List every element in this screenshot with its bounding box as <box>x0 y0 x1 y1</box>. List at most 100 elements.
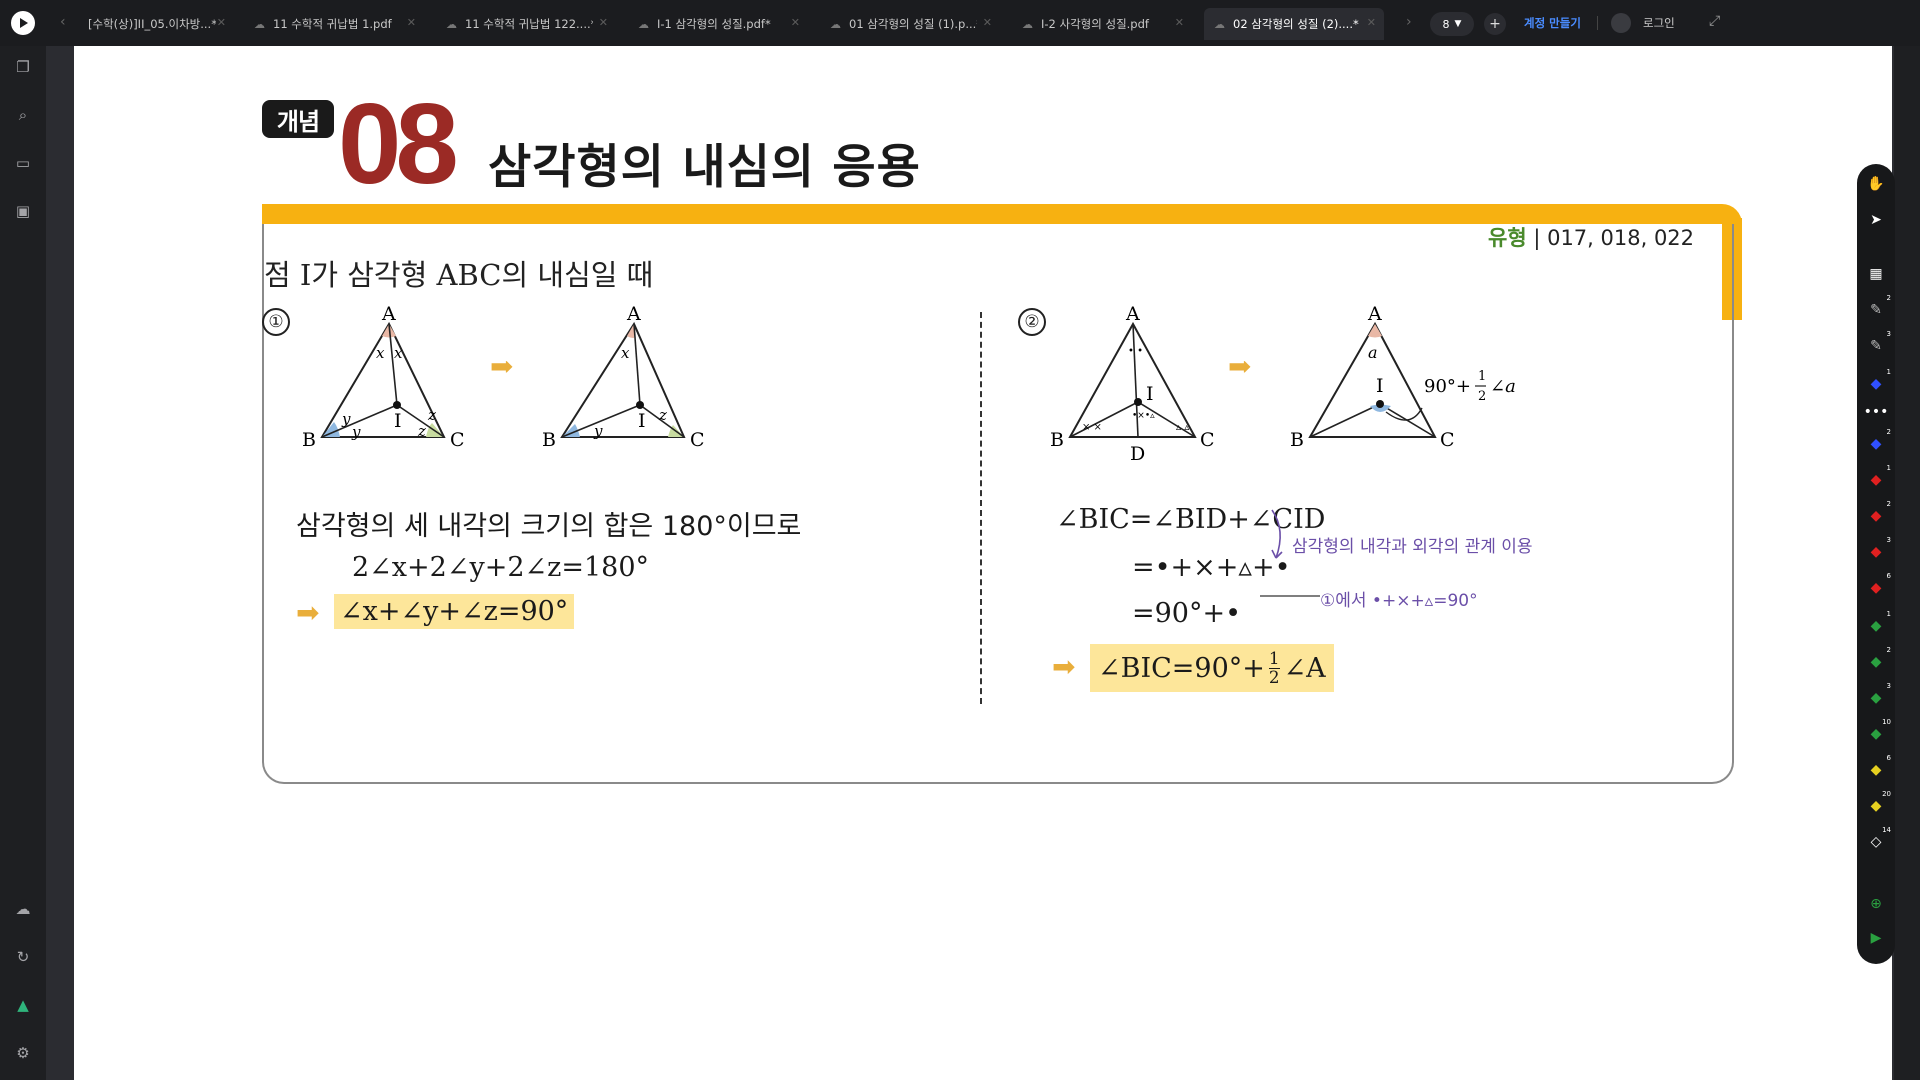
tab[interactable]: [수학(상)]II_05.이차방...* ✕ <box>78 8 234 40</box>
label-a: A <box>381 303 396 325</box>
frac-den: 2 <box>1478 389 1486 404</box>
triangle-mark: ▵ ▵ <box>1176 422 1189 433</box>
pen-red-icon[interactable]: ◆ 6 <box>1866 572 1891 598</box>
pen-tool-icon[interactable]: ✎ 2 <box>1866 294 1891 320</box>
pen-blue-icon[interactable]: ◆ 2 <box>1866 428 1891 454</box>
tab[interactable]: ☁ 01 삼각형의 성질 (1).p...* ✕ <box>820 8 1000 40</box>
cloud-icon: ☁ <box>446 17 457 31</box>
select-tool-icon[interactable]: ➤ <box>1866 210 1886 230</box>
app-logo-icon[interactable] <box>11 11 35 35</box>
play-icon[interactable]: ▶ <box>1866 928 1886 948</box>
angle-b-mark <box>322 422 340 437</box>
highlighter-yellow-icon[interactable]: ◆ 20 <box>1866 790 1891 816</box>
annotation-note-2: ①에서 •+×+▵=90° <box>1320 591 1478 611</box>
tab-scroll-left-icon[interactable]: ‹ <box>60 14 66 30</box>
incenter-point <box>636 401 644 409</box>
type-numbers: | 017, 018, 022 <box>1533 226 1695 250</box>
more-icon[interactable]: ••• <box>1864 402 1889 422</box>
label-x: x <box>376 344 385 362</box>
keyboard-icon[interactable]: ▭ <box>12 152 34 174</box>
type-label: 유형 <box>1488 226 1527 250</box>
angle-a-mark <box>627 324 634 338</box>
dot-mark: • • <box>1128 346 1143 357</box>
label-y: y <box>341 410 351 428</box>
tab-scroll-right-icon[interactable]: › <box>1406 14 1412 30</box>
save-icon[interactable]: ▣ <box>12 200 34 222</box>
label-i: I <box>1376 375 1384 397</box>
hand-tool-icon[interactable]: ✋ <box>1866 174 1886 194</box>
close-icon[interactable]: ✕ <box>407 16 416 29</box>
cloud-sync-icon[interactable]: ☁ <box>12 898 34 920</box>
tab-count-dropdown[interactable]: 8 ▼ <box>1430 12 1474 36</box>
pen-tool-icon[interactable]: ✎ 3 <box>1866 330 1891 356</box>
close-icon[interactable]: ✕ <box>599 16 608 29</box>
label-a: A <box>1367 303 1382 325</box>
slide-title: 삼각형의 내심의 응용 <box>488 140 921 195</box>
fullscreen-icon[interactable]: ⤢ <box>1709 13 1720 29</box>
arrow-right-icon: ➡ <box>490 350 513 383</box>
triangle-abc <box>1308 321 1437 438</box>
result-right: ∠A <box>1283 652 1326 684</box>
gear-icon[interactable]: ⚙ <box>12 1042 34 1064</box>
tab-active[interactable]: ☁ 02 삼각형의 성질 (2)....* ✕ <box>1204 8 1384 40</box>
signup-link[interactable]: 계정 만들기 <box>1524 15 1581 31</box>
label-b: B <box>302 429 316 451</box>
label-z: z <box>417 422 426 440</box>
document-viewer[interactable]: 개념 08 삼각형의 내심의 응용 유형 | 017, 018, 022 점 I… <box>46 46 1894 1080</box>
close-icon[interactable]: ✕ <box>217 16 226 29</box>
tab[interactable]: ☁ I-1 삼각형의 성질.pdf* ✕ <box>628 8 808 40</box>
incenter-point <box>1376 400 1384 408</box>
cross-mark: × × <box>1082 422 1102 433</box>
cloud-icon: ☁ <box>1022 17 1033 31</box>
part1-text: 삼각형의 세 내각의 크기의 합은 180°이므로 <box>296 511 802 542</box>
part2-diagrams: A B C I D • • × × •×•▵ ▵ ▵ ➡ A B C I a 9… <box>1050 303 1516 465</box>
graduation-cap-icon[interactable]: ▲ <box>12 994 34 1016</box>
frac-num: 1 <box>1478 369 1486 384</box>
eraser-icon[interactable]: ◇ 14 <box>1866 826 1891 852</box>
add-tool-icon[interactable]: ⊕ <box>1866 894 1886 914</box>
tab[interactable]: ☁ I-2 사각형의 성질.pdf ✕ <box>1012 8 1192 40</box>
tab[interactable]: ☁ 11 수학적 귀납법 122....* ✕ <box>436 8 616 40</box>
pen-blue-icon[interactable]: ◆ 1 <box>1866 368 1891 394</box>
part1-number: ① <box>262 308 290 336</box>
close-icon[interactable]: ✕ <box>983 16 992 29</box>
part2-eq3: =90°+• <box>1132 598 1242 629</box>
tab-bar: ‹ [수학(상)]II_05.이차방...* ✕ ☁ 11 수학적 귀납법 1.… <box>0 0 1920 46</box>
pen-red-icon[interactable]: ◆ 1 <box>1866 464 1891 490</box>
tab[interactable]: ☁ 11 수학적 귀납법 1.pdf ✕ <box>244 8 424 40</box>
search-icon[interactable]: ⌕ <box>12 104 34 126</box>
part1-diagrams: A B C I x x y y z z ➡ A B C I x y z <box>302 303 705 451</box>
label-c: C <box>1200 429 1215 451</box>
pen-green-icon[interactable]: ◆ 2 <box>1866 646 1891 672</box>
close-icon[interactable]: ✕ <box>791 16 800 29</box>
tab-count-value: 8 <box>1442 17 1450 31</box>
label-c: C <box>450 429 465 451</box>
cloud-icon: ☁ <box>1214 17 1225 31</box>
user-avatar-icon[interactable] <box>1611 13 1631 33</box>
pen-green-icon[interactable]: ◆ 3 <box>1866 682 1891 708</box>
image-tool-icon[interactable]: ▦ <box>1866 264 1886 284</box>
fraction-numerator: 1 <box>1268 648 1280 668</box>
pen-green-icon[interactable]: ◆ 10 <box>1866 718 1891 744</box>
cloud-icon: ☁ <box>638 17 649 31</box>
close-icon[interactable]: ✕ <box>1367 16 1376 29</box>
tab-label: [수학(상)]II_05.이차방...* <box>88 17 216 31</box>
label-b: B <box>1050 429 1064 451</box>
pen-green-icon[interactable]: ◆ 1 <box>1866 610 1891 636</box>
pages-icon[interactable]: ❐ <box>12 56 34 78</box>
login-link[interactable]: 로그인 <box>1643 15 1675 31</box>
triangle-abc <box>320 321 446 438</box>
label-z: z <box>658 406 667 424</box>
chevron-down-icon: ▼ <box>1454 19 1462 29</box>
pen-red-icon[interactable]: ◆ 3 <box>1866 536 1891 562</box>
swirl-icon[interactable]: ↻ <box>12 946 34 968</box>
concept-badge: 개념 <box>262 100 334 138</box>
pen-red-icon[interactable]: ◆ 2 <box>1866 500 1891 526</box>
fraction-denominator: 2 <box>1268 666 1280 687</box>
tab-label: I-2 사각형의 성질.pdf <box>1041 17 1149 31</box>
close-icon[interactable]: ✕ <box>1175 16 1184 29</box>
label-c: C <box>690 429 705 451</box>
incenter-point <box>1134 398 1142 406</box>
highlighter-yellow-icon[interactable]: ◆ 6 <box>1866 754 1891 780</box>
new-tab-button[interactable]: + <box>1484 13 1506 35</box>
